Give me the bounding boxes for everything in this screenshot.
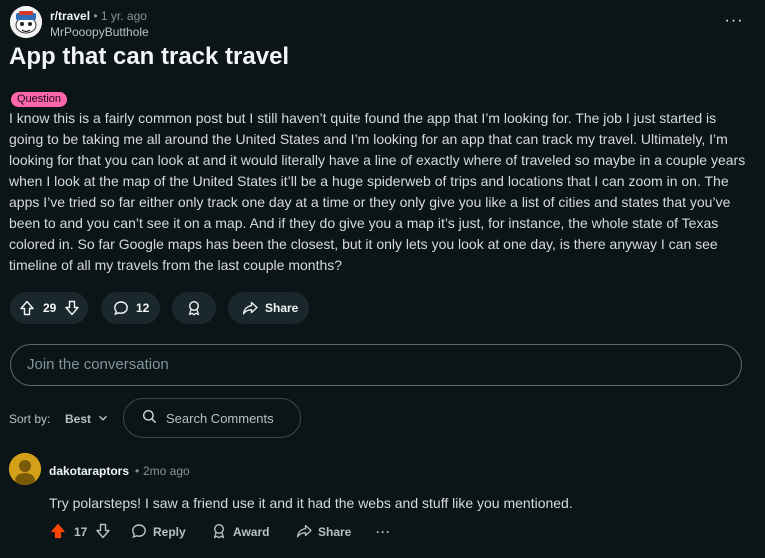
comment-vote-count: 17: [74, 525, 88, 539]
comment-text: Try polarsteps! I saw a friend use it an…: [49, 495, 573, 511]
share-label: Share: [265, 301, 299, 315]
comment-vote-group: 17: [50, 523, 111, 542]
comment-count: 12: [136, 301, 150, 315]
comment-more-icon[interactable]: ···: [376, 524, 391, 540]
share-icon: [242, 300, 258, 316]
share-button[interactable]: Share: [228, 292, 309, 324]
post-body: I know this is a fairly common post but …: [9, 110, 746, 273]
post-flair[interactable]: Question: [11, 92, 68, 107]
downvote-icon[interactable]: [64, 300, 80, 316]
share-label: Share: [318, 525, 352, 539]
subreddit-avatar[interactable]: [10, 6, 42, 38]
award-icon: [186, 300, 202, 316]
award-label: Award: [233, 525, 270, 539]
upvote-icon[interactable]: [19, 300, 35, 316]
comment-icon: [113, 300, 129, 316]
sort-dropdown[interactable]: Best: [65, 412, 108, 426]
commenter-username[interactable]: dakotaraptors: [49, 464, 129, 478]
comment-meta-separator: •: [135, 464, 140, 478]
reply-button[interactable]: Reply: [131, 523, 186, 542]
award-icon: [211, 523, 227, 542]
post-meta: r/travel • 1 yr. ago: [50, 9, 147, 23]
comment-icon: [131, 523, 147, 542]
downvote-icon[interactable]: [95, 523, 111, 542]
more-options-icon[interactable]: ···: [724, 13, 744, 29]
subreddit-link[interactable]: r/travel: [50, 9, 90, 23]
reply-label: Reply: [153, 525, 186, 539]
post-age: 1 yr. ago: [100, 9, 147, 23]
comments-button[interactable]: 12: [101, 292, 160, 324]
post-title: App that can track travel: [9, 43, 290, 70]
join-conversation-input[interactable]: Join the conversation: [10, 344, 742, 386]
meta-separator: •: [93, 9, 98, 23]
comment-award-button[interactable]: Award: [211, 523, 270, 542]
vote-count: 29: [43, 301, 57, 315]
vote-pill: 29: [10, 292, 88, 324]
upvote-icon[interactable]: [50, 523, 66, 542]
search-icon: [142, 409, 157, 427]
chevron-down-icon: [98, 412, 108, 426]
sort-label: Sort by:: [9, 412, 51, 426]
post-author[interactable]: MrPooopyButthole: [50, 25, 149, 39]
share-icon: [296, 523, 312, 542]
search-comments-input[interactable]: Search Comments: [123, 398, 301, 438]
award-button[interactable]: [172, 292, 216, 324]
comment-age: 2mo ago: [143, 464, 190, 478]
commenter-avatar[interactable]: [9, 453, 41, 485]
sort-value: Best: [65, 412, 92, 426]
comment-share-button[interactable]: Share: [296, 524, 351, 540]
search-placeholder: Search Comments: [166, 410, 274, 426]
